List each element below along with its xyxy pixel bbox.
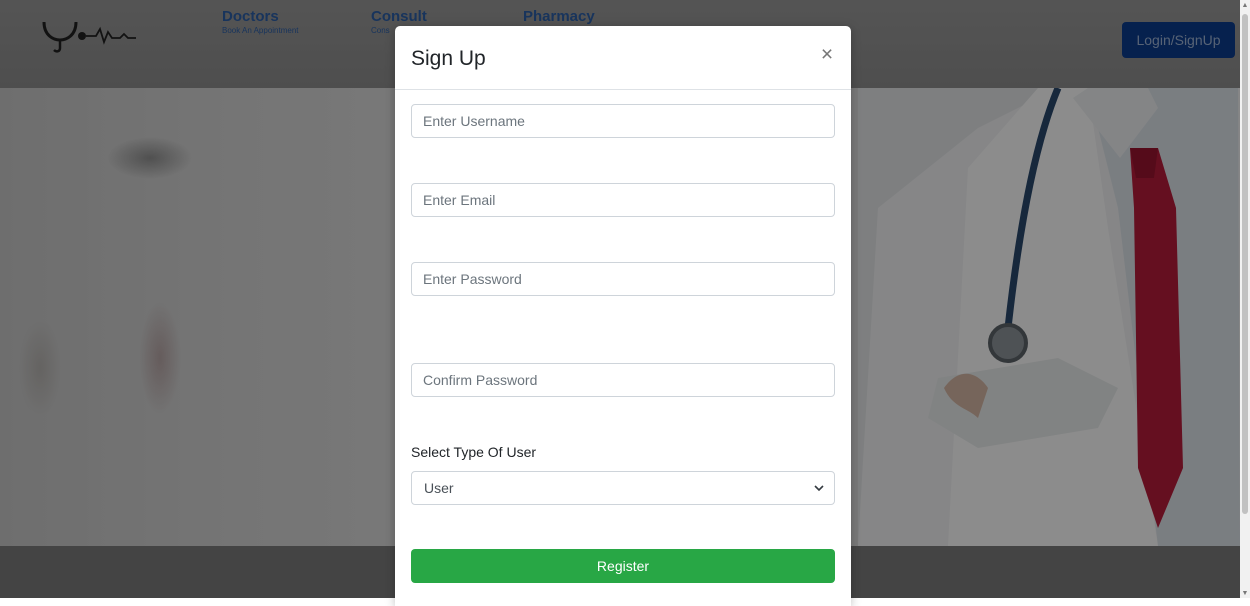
user-type-label: Select Type Of User [411, 444, 537, 460]
confirm-password-input[interactable] [411, 363, 835, 397]
scroll-down-arrow-icon[interactable]: ▼ [1240, 588, 1250, 598]
scroll-thumb[interactable] [1242, 14, 1248, 514]
page-scrollbar[interactable]: ▲ ▼ [1240, 0, 1250, 598]
user-type-selected-value: User [424, 480, 454, 496]
user-type-select[interactable]: User [411, 471, 835, 505]
scroll-up-arrow-icon[interactable]: ▲ [1240, 0, 1250, 10]
modal-header: Sign Up × [395, 26, 851, 90]
chevron-down-icon [814, 485, 824, 492]
register-button[interactable]: Register [411, 549, 835, 583]
username-input[interactable] [411, 104, 835, 138]
signup-modal: Sign Up × Select Type Of User User Regis… [395, 26, 851, 606]
modal-title: Sign Up [411, 47, 486, 70]
close-icon[interactable]: × [817, 43, 837, 67]
password-input[interactable] [411, 262, 835, 296]
email-input[interactable] [411, 183, 835, 217]
